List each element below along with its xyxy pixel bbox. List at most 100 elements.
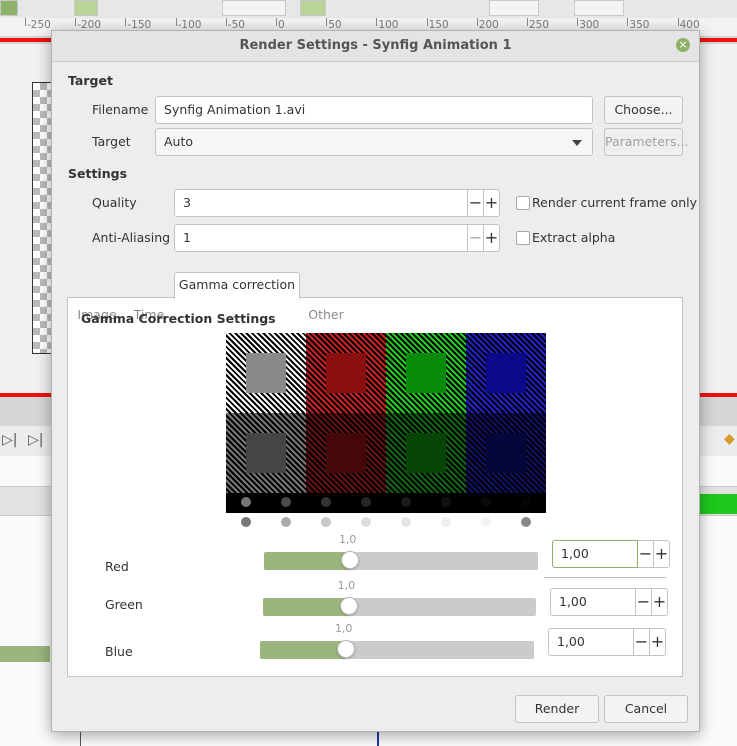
gamma-preview bbox=[226, 333, 546, 513]
gamma-swatch-cell bbox=[226, 333, 306, 413]
cancel-button[interactable]: Cancel bbox=[604, 695, 688, 723]
channel-decrement-button[interactable]: − bbox=[636, 588, 652, 616]
gamma-slider[interactable] bbox=[260, 640, 534, 659]
gamma-swatch-inner bbox=[486, 433, 526, 473]
antialiasing-spinbutton: 1 − + bbox=[174, 224, 500, 252]
toolbar-field[interactable] bbox=[574, 0, 624, 16]
choose-button[interactable]: Choose... bbox=[604, 96, 683, 124]
channel-spinbutton: 1,00− + bbox=[548, 628, 666, 656]
slider-fill bbox=[264, 552, 349, 570]
parameters-button[interactable]: Parameters... bbox=[604, 128, 688, 156]
ruler-tick bbox=[677, 18, 679, 26]
gamma-dot bbox=[281, 517, 291, 527]
extract-alpha-checkbox[interactable] bbox=[516, 231, 530, 245]
target-label: Target bbox=[92, 134, 131, 149]
antialiasing-label: Anti-Aliasing bbox=[92, 230, 171, 245]
target-select-value: Auto bbox=[164, 134, 194, 149]
step-forward-icon[interactable]: ▷| bbox=[2, 432, 17, 448]
quality-label: Quality bbox=[92, 195, 137, 210]
gamma-dot bbox=[321, 497, 331, 507]
channel-decrement-button[interactable]: − bbox=[634, 628, 650, 656]
gamma-dot bbox=[441, 497, 451, 507]
ruler-tick bbox=[225, 18, 227, 26]
quality-decrement-button[interactable]: − bbox=[468, 189, 484, 217]
gamma-dot bbox=[241, 497, 251, 507]
target-select[interactable]: Auto bbox=[155, 128, 593, 156]
quality-spinbutton: 3 − + bbox=[174, 189, 500, 217]
ruler-tick bbox=[25, 18, 26, 26]
gamma-swatch-cell bbox=[386, 413, 466, 493]
render-button[interactable]: Render bbox=[515, 695, 599, 723]
panel-divider bbox=[80, 730, 81, 746]
gamma-swatch-inner bbox=[246, 353, 286, 393]
toolbar-button[interactable] bbox=[74, 0, 98, 16]
render-current-frame-checkbox[interactable] bbox=[516, 196, 530, 210]
ruler-tick bbox=[577, 18, 579, 26]
slider-value-label: 1,0 bbox=[338, 533, 357, 546]
gamma-dot bbox=[321, 517, 331, 527]
antialiasing-decrement-button[interactable]: − bbox=[468, 224, 484, 252]
toolbar-button[interactable] bbox=[300, 0, 326, 16]
timetrack-bar bbox=[0, 646, 50, 662]
gamma-dot bbox=[521, 517, 531, 527]
ruler-tick bbox=[376, 18, 378, 26]
channel-value-input[interactable]: 1,00 bbox=[548, 628, 634, 656]
close-icon[interactable]: × bbox=[676, 38, 690, 52]
quality-input[interactable]: 3 bbox=[174, 189, 468, 217]
ruler-tick bbox=[75, 18, 77, 26]
gamma-swatch-cell bbox=[386, 333, 466, 413]
ruler-tick bbox=[527, 18, 528, 26]
antialiasing-increment-button[interactable]: + bbox=[484, 224, 500, 252]
gamma-section-heading: Gamma Correction Settings bbox=[81, 311, 276, 326]
channel-value-input[interactable]: 1,00 bbox=[552, 540, 638, 568]
dialog-titlebar[interactable]: Render Settings - Synfig Animation 1 × bbox=[52, 31, 699, 62]
channel-increment-button[interactable]: + bbox=[654, 540, 670, 568]
dialog-title: Render Settings - Synfig Animation 1 bbox=[239, 38, 512, 53]
gamma-dot bbox=[401, 517, 411, 527]
seek-end-icon[interactable]: ▷| bbox=[28, 432, 43, 448]
slider-handle[interactable] bbox=[336, 640, 355, 658]
ruler-tick bbox=[476, 18, 478, 26]
toolbar-field[interactable] bbox=[489, 0, 539, 16]
gamma-dot bbox=[401, 497, 411, 507]
quality-increment-button[interactable]: + bbox=[484, 189, 500, 217]
channel-decrement-button[interactable]: − bbox=[638, 540, 654, 568]
tab-other[interactable]: Other bbox=[304, 303, 348, 329]
gamma-dot bbox=[241, 517, 251, 527]
channel-label-2: Blue bbox=[105, 644, 133, 659]
tab-gamma-correction[interactable]: Gamma correction bbox=[174, 272, 300, 299]
slider-fill bbox=[260, 641, 345, 659]
gamma-slider[interactable] bbox=[263, 597, 536, 616]
gamma-dot-strip bbox=[226, 493, 546, 513]
gamma-dot bbox=[441, 517, 451, 527]
channel-increment-button[interactable]: + bbox=[652, 588, 668, 616]
slider-handle[interactable] bbox=[340, 551, 359, 569]
gamma-swatch-inner bbox=[406, 433, 446, 473]
slider-handle[interactable] bbox=[339, 597, 358, 615]
gamma-swatch-inner bbox=[406, 353, 446, 393]
editor-toolbar bbox=[0, 0, 737, 19]
slider-value-label: 1,0 bbox=[334, 622, 353, 635]
toolbar-button[interactable] bbox=[0, 0, 18, 16]
gamma-dot bbox=[361, 497, 371, 507]
gamma-swatch-inner bbox=[246, 433, 286, 473]
time-cursor bbox=[377, 730, 379, 746]
render-settings-dialog: Render Settings - Synfig Animation 1 × T… bbox=[51, 30, 700, 732]
channel-increment-button[interactable]: + bbox=[650, 628, 666, 656]
target-section-heading: Target bbox=[68, 73, 113, 88]
gamma-swatch-inner bbox=[326, 353, 366, 393]
filename-input[interactable]: Synfig Animation 1.avi bbox=[155, 96, 593, 124]
gamma-dot bbox=[481, 497, 491, 507]
ruler-tick bbox=[627, 18, 629, 26]
gamma-slider[interactable] bbox=[264, 551, 538, 570]
extract-alpha-label: Extract alpha bbox=[532, 230, 616, 245]
gamma-dot bbox=[361, 517, 371, 527]
ruler-tick bbox=[326, 18, 328, 26]
ruler-tick bbox=[175, 18, 177, 26]
keyframe-icon[interactable]: ◆ bbox=[724, 431, 735, 447]
channel-value-input[interactable]: 1,00 bbox=[550, 588, 636, 616]
toolbar-field[interactable] bbox=[222, 0, 286, 16]
chevron-down-icon bbox=[572, 140, 582, 146]
antialiasing-input[interactable]: 1 bbox=[174, 224, 468, 252]
channel-spinbutton: 1,00− + bbox=[550, 588, 668, 616]
